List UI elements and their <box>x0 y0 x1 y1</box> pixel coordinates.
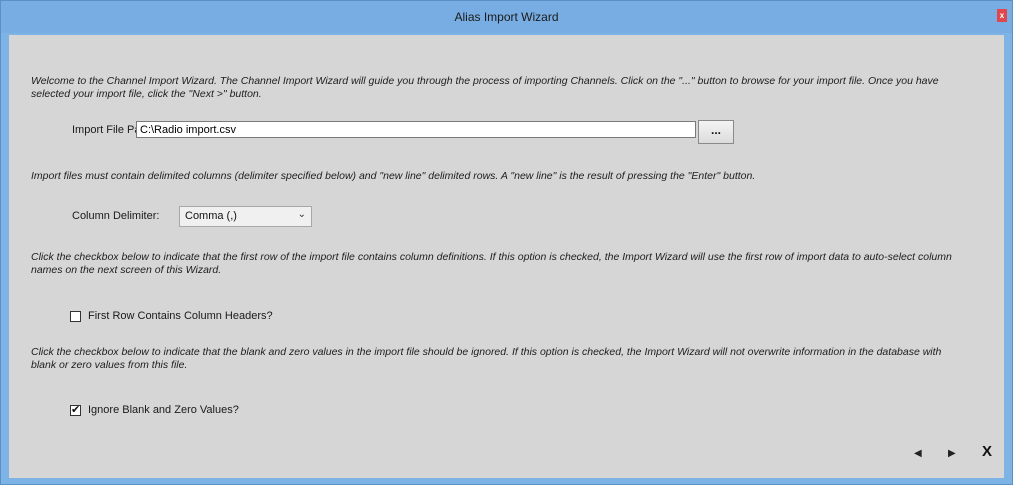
intro-text: Welcome to the Channel Import Wizard. Th… <box>31 75 939 100</box>
first-row-headers-label[interactable]: First Row Contains Column Headers? <box>88 310 273 322</box>
ignore-blank-label[interactable]: Ignore Blank and Zero Values? <box>88 404 239 416</box>
wizard-window: Alias Import Wizard x Welcome to the Cha… <box>0 0 1013 485</box>
next-arrow-icon[interactable]: ▶ <box>948 448 956 459</box>
column-delimiter-label: Column Delimiter: <box>72 210 160 222</box>
wizard-content: Welcome to the Channel Import Wizard. Th… <box>9 35 1004 478</box>
header-info-text: Click the checkbox below to indicate tha… <box>31 251 952 276</box>
window-close-button[interactable]: x <box>997 9 1007 22</box>
close-wizard-icon[interactable]: X <box>982 443 992 460</box>
back-arrow-icon[interactable]: ◀ <box>914 448 922 459</box>
import-file-path-input[interactable] <box>136 121 696 138</box>
column-delimiter-select[interactable]: Comma (,) ⌄ <box>179 206 312 227</box>
ignore-blank-checkbox[interactable] <box>70 403 81 416</box>
window-title: Alias Import Wizard <box>454 10 559 24</box>
browse-button[interactable]: ... <box>698 120 734 144</box>
ignore-info-text: Click the checkbox below to indicate tha… <box>31 346 942 371</box>
chevron-down-icon: ⌄ <box>297 209 306 220</box>
title-bar[interactable]: Alias Import Wizard x <box>1 1 1012 33</box>
delimiter-info-text: Import files must contain delimited colu… <box>31 170 756 182</box>
first-row-headers-checkbox[interactable] <box>70 311 81 322</box>
column-delimiter-value: Comma (,) <box>185 210 237 222</box>
